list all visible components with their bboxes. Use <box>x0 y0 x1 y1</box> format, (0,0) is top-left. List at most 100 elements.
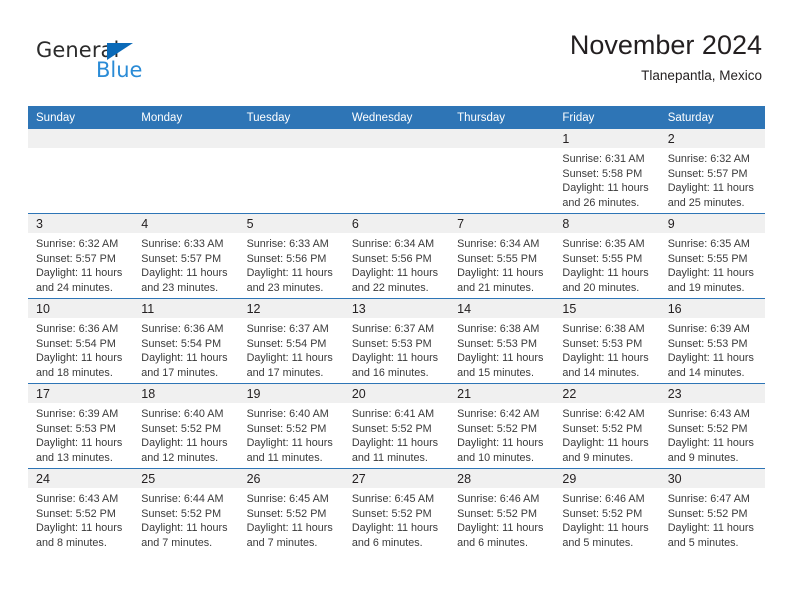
day-number: 15 <box>562 302 577 316</box>
day-details: Sunrise: 6:38 AM Sunset: 5:53 PM Daylight:… <box>449 318 554 380</box>
generalblue-logo[interactable]: General Blue <box>36 38 236 94</box>
day-detail-line: Daylight: 11 hours <box>141 352 228 365</box>
day-number-band: 20 <box>343 384 450 403</box>
calendar-day-cell[interactable]: 29 Sunrise: 6:46 AM Sunset: 5:52 PM Dayligh… <box>554 468 660 553</box>
day-detail-line: and 23 minutes. <box>246 281 324 294</box>
day-detail-line: Sunset: 5:54 PM <box>246 337 327 350</box>
day-detail-line: Daylight: 11 hours <box>667 267 754 280</box>
day-detail-line: Daylight: 11 hours <box>457 267 544 280</box>
day-detail-line: Sunset: 5:52 PM <box>457 422 537 435</box>
weekday-header-wednesday: Wednesday <box>343 106 450 129</box>
day-detail-line: Sunrise: 6:46 AM <box>457 493 540 505</box>
day-detail-line: Sunrise: 6:31 AM <box>562 153 645 165</box>
day-detail-line: Daylight: 11 hours <box>667 522 754 535</box>
day-details: Sunrise: 6:38 AM Sunset: 5:53 PM Daylight:… <box>554 318 659 380</box>
day-details: Sunrise: 6:42 AM Sunset: 5:52 PM Daylight:… <box>554 403 659 465</box>
day-number: 29 <box>562 472 577 486</box>
calendar-day-cell[interactable]: 16 Sunrise: 6:39 AM Sunset: 5:53 PM Dayligh… <box>659 298 765 384</box>
calendar-day-cell[interactable]: 12 Sunrise: 6:37 AM Sunset: 5:54 PM Dayligh… <box>238 298 344 384</box>
day-number: 5 <box>246 217 254 231</box>
calendar-day-cell[interactable]: 17 Sunrise: 6:39 AM Sunset: 5:53 PM Dayligh… <box>28 383 134 469</box>
calendar-day-cell[interactable]: 20 Sunrise: 6:41 AM Sunset: 5:52 PM Dayligh… <box>343 383 450 469</box>
day-detail-line: Sunset: 5:52 PM <box>667 422 748 435</box>
day-detail-line: Sunset: 5:58 PM <box>562 167 643 180</box>
day-detail-line: Sunrise: 6:41 AM <box>351 408 435 420</box>
day-details <box>239 148 344 152</box>
calendar-day-cell-empty <box>133 129 239 214</box>
day-detail-line: Sunset: 5:56 PM <box>351 252 432 265</box>
calendar-day-cell[interactable]: 2 Sunrise: 6:32 AM Sunset: 5:57 PM Daylight… <box>659 129 765 214</box>
day-detail-line: and 10 minutes. <box>457 451 534 464</box>
day-detail-line: and 9 minutes. <box>562 451 634 464</box>
day-detail-line: and 11 minutes. <box>246 451 323 464</box>
day-detail-line: Daylight: 11 hours <box>562 182 649 195</box>
calendar-day-cell[interactable]: 30 Sunrise: 6:47 AM Sunset: 5:52 PM Dayligh… <box>659 468 765 553</box>
day-detail-line: Sunrise: 6:34 AM <box>457 238 540 250</box>
day-detail-line: and 17 minutes. <box>141 366 219 379</box>
day-number: 21 <box>457 387 472 401</box>
day-detail-line: and 14 minutes. <box>562 366 640 379</box>
calendar-day-cell[interactable]: 13 Sunrise: 6:37 AM Sunset: 5:53 PM Dayligh… <box>343 298 450 384</box>
day-detail-line: Sunset: 5:53 PM <box>351 337 432 350</box>
calendar-day-cell[interactable]: 11 Sunrise: 6:36 AM Sunset: 5:54 PM Dayligh… <box>133 298 239 384</box>
day-detail-line: and 21 minutes. <box>457 281 534 294</box>
day-detail-line: and 8 minutes. <box>36 536 107 549</box>
calendar-day-cell[interactable]: 21 Sunrise: 6:42 AM Sunset: 5:52 PM Dayligh… <box>449 383 555 469</box>
day-number: 17 <box>36 387 50 401</box>
calendar-day-cell[interactable]: 14 Sunrise: 6:38 AM Sunset: 5:53 PM Dayligh… <box>449 298 555 384</box>
calendar-day-cell[interactable]: 1 Sunrise: 6:31 AM Sunset: 5:58 PM Daylight… <box>554 129 660 214</box>
calendar-day-cell[interactable]: 19 Sunrise: 6:40 AM Sunset: 5:52 PM Dayligh… <box>238 383 344 469</box>
day-number-band: 23 <box>659 384 765 403</box>
day-detail-line: Sunrise: 6:43 AM <box>36 493 119 505</box>
day-number-band <box>28 129 134 148</box>
calendar-day-cell[interactable]: 27 Sunrise: 6:45 AM Sunset: 5:52 PM Dayligh… <box>343 468 450 553</box>
calendar-day-cell[interactable]: 9 Sunrise: 6:35 AM Sunset: 5:55 PM Daylight… <box>659 213 765 299</box>
day-detail-line: Sunset: 5:54 PM <box>141 337 222 350</box>
calendar-day-cell[interactable]: 25 Sunrise: 6:44 AM Sunset: 5:52 PM Dayligh… <box>133 468 239 553</box>
calendar-day-cell[interactable]: 18 Sunrise: 6:40 AM Sunset: 5:52 PM Dayligh… <box>133 383 239 469</box>
day-number-band: 17 <box>28 384 134 403</box>
day-detail-line: and 5 minutes. <box>562 536 634 549</box>
day-number: 28 <box>457 472 472 486</box>
day-detail-line: and 18 minutes. <box>36 366 113 379</box>
day-number: 7 <box>457 217 465 231</box>
calendar-day-cell[interactable]: 5 Sunrise: 6:33 AM Sunset: 5:56 PM Daylight… <box>238 213 344 299</box>
day-details <box>344 148 449 152</box>
calendar-day-cell[interactable]: 22 Sunrise: 6:42 AM Sunset: 5:52 PM Dayligh… <box>554 383 660 469</box>
calendar-day-cell[interactable]: 7 Sunrise: 6:34 AM Sunset: 5:55 PM Daylight… <box>449 213 555 299</box>
calendar-day-cell[interactable]: 10 Sunrise: 6:36 AM Sunset: 5:54 PM Dayligh… <box>28 298 134 384</box>
weekday-header-saturday: Saturday <box>659 106 765 129</box>
day-number: 18 <box>141 387 156 401</box>
day-number: 10 <box>36 302 50 316</box>
day-number-band: 15 <box>554 299 660 318</box>
day-number-band: 29 <box>554 469 660 488</box>
day-number-band: 28 <box>449 469 555 488</box>
calendar-day-cell[interactable]: 28 Sunrise: 6:46 AM Sunset: 5:52 PM Dayligh… <box>449 468 555 553</box>
day-number-band <box>238 129 344 148</box>
day-number-band: 18 <box>133 384 239 403</box>
calendar-day-cell[interactable]: 6 Sunrise: 6:34 AM Sunset: 5:56 PM Daylight… <box>343 213 450 299</box>
calendar-day-cell[interactable]: 15 Sunrise: 6:38 AM Sunset: 5:53 PM Dayligh… <box>554 298 660 384</box>
day-detail-line: Sunrise: 6:38 AM <box>457 323 540 335</box>
day-number-band <box>343 129 450 148</box>
day-detail-line: Sunset: 5:52 PM <box>246 422 327 435</box>
day-number-band: 1 <box>554 129 660 148</box>
calendar-week-row: 1 Sunrise: 6:31 AM Sunset: 5:58 PM Daylight… <box>28 129 765 214</box>
calendar-day-cell[interactable]: 4 Sunrise: 6:33 AM Sunset: 5:57 PM Daylight… <box>133 213 239 299</box>
title-block: November 2024 Tlanepantla, Mexico <box>332 28 762 86</box>
calendar-day-cell[interactable]: 8 Sunrise: 6:35 AM Sunset: 5:55 PM Daylight… <box>554 213 660 299</box>
day-detail-line: and 5 minutes. <box>667 536 739 549</box>
day-details: Sunrise: 6:36 AM Sunset: 5:54 PM Daylight:… <box>133 318 238 380</box>
day-detail-line: Sunrise: 6:32 AM <box>36 238 119 250</box>
calendar-day-cell[interactable]: 26 Sunrise: 6:45 AM Sunset: 5:52 PM Dayligh… <box>238 468 344 553</box>
day-number-band <box>449 129 555 148</box>
day-number: 22 <box>562 387 577 401</box>
calendar-day-cell[interactable]: 23 Sunrise: 6:43 AM Sunset: 5:52 PM Dayligh… <box>659 383 765 469</box>
day-detail-line: Sunrise: 6:39 AM <box>36 408 119 420</box>
day-number-band: 7 <box>449 214 555 233</box>
day-detail-line: Daylight: 11 hours <box>562 352 649 365</box>
day-detail-line: Sunrise: 6:40 AM <box>246 408 329 420</box>
calendar-day-cell[interactable]: 24 Sunrise: 6:43 AM Sunset: 5:52 PM Dayligh… <box>28 468 134 553</box>
calendar-day-cell[interactable]: 3 Sunrise: 6:32 AM Sunset: 5:57 PM Daylight… <box>28 213 134 299</box>
day-number-band: 3 <box>28 214 134 233</box>
